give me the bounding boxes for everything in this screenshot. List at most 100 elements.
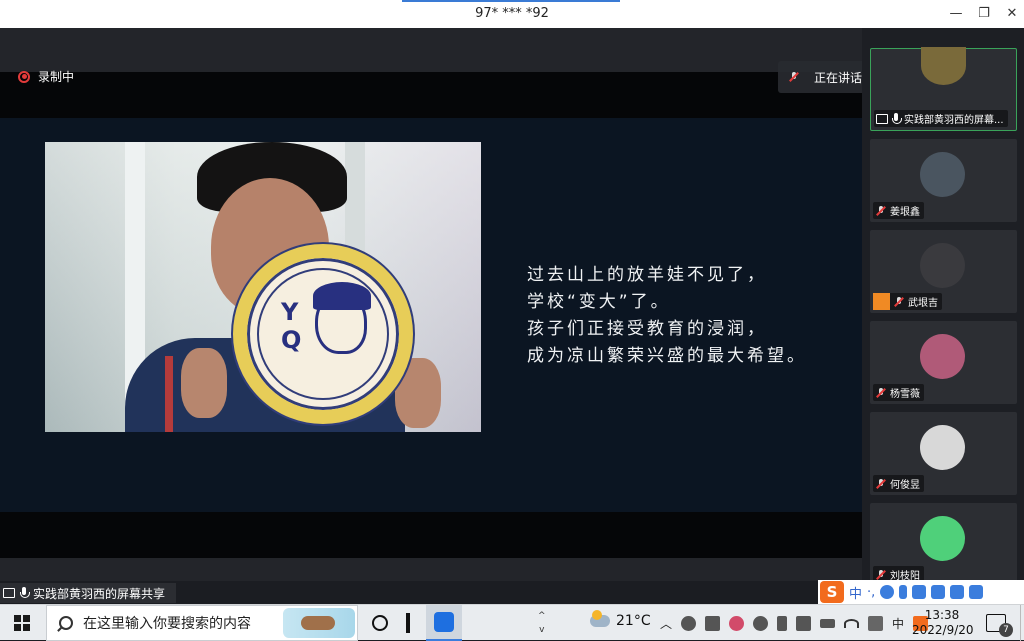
recording-indicator[interactable]: 录制中 xyxy=(18,68,74,85)
network-share-icon[interactable] xyxy=(753,616,769,631)
plate-letters: Y Q xyxy=(281,298,303,354)
meeting-app-icon xyxy=(434,612,454,632)
windows-taskbar: 在这里输入你要搜索的内容 ^ v 21°C ︿ 中 13:38 2022/9/2… xyxy=(0,604,1024,641)
voice-icon[interactable] xyxy=(899,585,908,599)
wifi-icon[interactable] xyxy=(844,619,860,628)
emoji-icon[interactable] xyxy=(880,585,895,599)
qq-tray-icon[interactable] xyxy=(729,616,745,631)
titlebar-accent xyxy=(402,0,620,2)
scroll-down-icon[interactable]: v xyxy=(538,623,546,637)
plate-doodle-hair xyxy=(313,282,371,310)
ime-mode-toggle[interactable]: 中 xyxy=(849,583,862,602)
screenshot-tray-icon[interactable] xyxy=(796,616,812,631)
photo-hand xyxy=(181,348,227,418)
windows-start-icon[interactable] xyxy=(14,615,30,631)
mic-icon xyxy=(19,587,30,599)
participant-tag: 姜垠鑫 xyxy=(873,202,924,219)
notification-count: 7 xyxy=(999,623,1013,637)
participant-tile[interactable]: 何俊昱 xyxy=(870,412,1017,495)
slide-caption-line: 孩子们正接受教育的浸润， xyxy=(527,319,767,339)
toolbox-icon[interactable] xyxy=(931,585,946,599)
avatar xyxy=(921,47,966,85)
scroll-up-icon[interactable]: ^ xyxy=(538,609,546,623)
plate-letter: Q xyxy=(281,326,304,354)
photo-shirt-stripe xyxy=(165,356,173,432)
slide-caption: 过去山上的放羊娃不见了， 学校“变大”了。 孩子们正接受教育的浸润， 成为凉山繁… xyxy=(527,262,807,370)
participant-name: 姜垠鑫 xyxy=(890,207,920,218)
letterbox-bottom xyxy=(0,512,862,558)
participants-panel[interactable]: 实践部黄羽西的屏幕... 姜垠鑫 武垠吉 杨雪薇 何俊昱 刘枝阳 xyxy=(862,28,1024,586)
mic-muted-icon xyxy=(875,205,887,217)
clock-date: 2022/9/20 xyxy=(912,623,974,637)
cortana-icon[interactable] xyxy=(372,615,388,631)
task-view-icon[interactable] xyxy=(406,613,410,633)
screen-share-icon xyxy=(876,113,888,124)
recording-label: 录制中 xyxy=(38,70,75,84)
mic-muted-icon xyxy=(893,296,905,308)
record-tray-icon[interactable] xyxy=(681,616,697,631)
language-indicator[interactable]: 中 xyxy=(892,615,904,632)
show-desktop-button[interactable] xyxy=(1020,605,1024,641)
clock-time: 13:38 xyxy=(924,608,960,622)
participant-name: 何俊昱 xyxy=(890,480,920,491)
app-tray-icon[interactable] xyxy=(705,616,721,631)
screen-share-owner: 实践部黄羽西的屏幕共享 xyxy=(33,586,166,601)
window-titlebar: 97* *** *92 — ❐ ✕ xyxy=(0,0,1024,28)
slide-caption-line: 学校“变大”了。 xyxy=(527,292,671,312)
slide-caption-line: 成为凉山繁荣兴盛的最大希望。 xyxy=(527,346,807,366)
participant-tile[interactable]: 刘枝阳 xyxy=(870,503,1017,586)
mic-muted-icon xyxy=(875,387,887,399)
maximize-button[interactable]: ❐ xyxy=(970,4,998,24)
show-hidden-icons-icon[interactable]: ︿ xyxy=(660,615,672,632)
participant-name: 杨雪薇 xyxy=(890,389,920,400)
participant-tag: 杨雪薇 xyxy=(873,384,924,401)
participant-tag: 武垠吉 xyxy=(873,293,942,310)
avatar xyxy=(920,425,965,470)
avatar xyxy=(920,243,965,288)
letterbox-top xyxy=(0,72,862,118)
participant-name: 武垠吉 xyxy=(908,298,938,309)
participant-tile[interactable]: 姜垠鑫 xyxy=(870,139,1017,222)
avatar xyxy=(920,334,965,379)
skin-icon[interactable] xyxy=(950,585,965,599)
slide-photo: Y Q xyxy=(45,142,481,432)
volume-icon[interactable] xyxy=(868,616,884,631)
participant-tile[interactable]: 杨雪薇 xyxy=(870,321,1017,404)
participant-tag: 实践部黄羽西的屏幕... xyxy=(874,110,1008,127)
microphone-tray-icon[interactable] xyxy=(777,616,788,631)
taskbar-search[interactable]: 在这里输入你要搜索的内容 xyxy=(46,605,358,641)
weather-widget[interactable]: 21°C xyxy=(590,610,651,629)
record-dot-icon xyxy=(18,70,30,83)
partly-cloudy-icon xyxy=(590,610,610,627)
taskbar-scroll[interactable]: ^ v xyxy=(538,609,546,637)
system-tray[interactable]: ︿ 中 xyxy=(660,615,929,632)
punctuation-icon[interactable]: ·, xyxy=(867,585,875,600)
screen-share-label: 实践部黄羽西的屏幕共享 xyxy=(0,583,176,603)
plate-letter: Y xyxy=(281,298,301,326)
battery-icon[interactable] xyxy=(820,619,836,628)
window-title: 97* *** *92 xyxy=(475,6,549,21)
apps-grid-icon[interactable] xyxy=(969,585,984,599)
mic-muted-icon xyxy=(875,478,887,490)
participant-tile[interactable]: 实践部黄羽西的屏幕... xyxy=(870,47,1017,131)
minimize-button[interactable]: — xyxy=(942,4,970,24)
participant-name: 实践部黄羽西的屏幕... xyxy=(904,115,1004,126)
notification-center-icon[interactable]: 7 xyxy=(986,614,1013,637)
taskbar-app-meeting[interactable] xyxy=(426,605,462,641)
mic-muted-icon xyxy=(875,569,887,581)
weather-temperature: 21°C xyxy=(616,613,651,629)
ime-toolbar[interactable]: S 中 ·, xyxy=(818,580,1024,604)
keyboard-icon[interactable] xyxy=(912,585,927,599)
participant-tag: 何俊昱 xyxy=(873,475,924,492)
mic-muted-icon xyxy=(788,71,800,83)
avatar xyxy=(920,152,965,197)
taskbar-clock[interactable]: 13:38 2022/9/20 xyxy=(912,608,974,638)
participant-tile[interactable]: 武垠吉 xyxy=(870,230,1017,313)
close-button[interactable]: ✕ xyxy=(998,4,1024,24)
search-input[interactable]: 在这里输入你要搜索的内容 xyxy=(83,613,251,633)
screen-share-icon xyxy=(3,588,15,598)
user-badge-icon xyxy=(873,293,890,310)
avatar xyxy=(920,516,965,561)
sogou-logo-icon[interactable]: S xyxy=(820,581,844,603)
search-highlight-illustration xyxy=(283,608,355,638)
